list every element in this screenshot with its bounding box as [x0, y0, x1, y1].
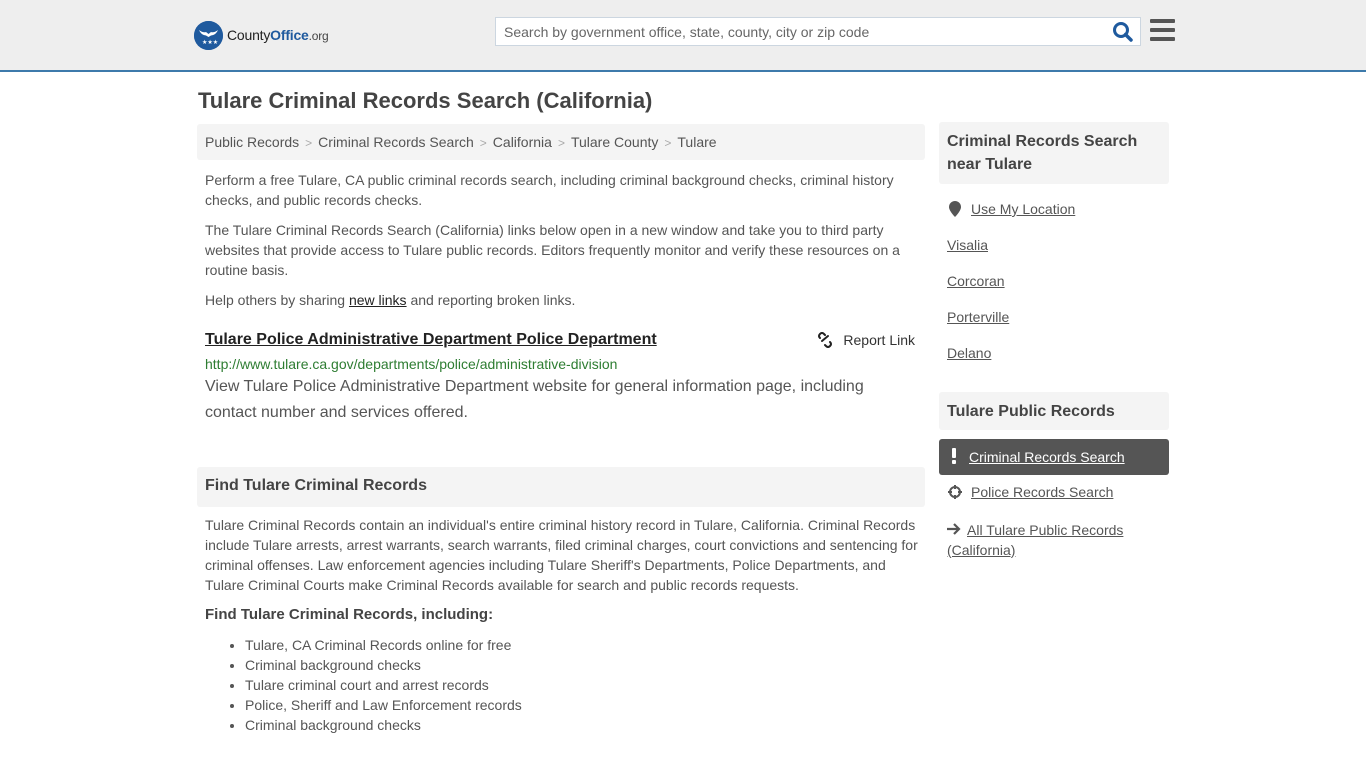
breadcrumb-separator: > — [479, 136, 487, 150]
breadcrumb-tulare[interactable]: Tulare — [677, 134, 716, 150]
nearby-city-link[interactable]: Delano — [947, 345, 991, 361]
map-pin-icon — [947, 201, 963, 217]
breadcrumb-public-records[interactable]: Public Records — [205, 134, 299, 150]
breadcrumb-tulare-county[interactable]: Tulare County — [571, 134, 658, 150]
search-bar — [495, 17, 1141, 46]
svg-text:★★★: ★★★ — [202, 39, 218, 46]
sidebar-item-all-public-records[interactable]: All Tulare Public Records (California) — [947, 520, 1157, 560]
resource-url: http://www.tulare.ca.gov/departments/pol… — [205, 356, 618, 372]
report-link-button[interactable]: Report Link — [817, 332, 915, 348]
find-section-heading: Find Tulare Criminal Records — [197, 467, 925, 507]
resource-title-link[interactable]: Tulare Police Administrative Department … — [205, 331, 657, 349]
breadcrumb: Public Records > Criminal Records Search > C… — [197, 124, 925, 160]
search-button[interactable] — [1112, 21, 1134, 43]
list-item: Criminal background checks — [245, 715, 522, 735]
intro-paragraph-3: Help others by sharing new links and rep… — [205, 292, 576, 308]
list-item: Criminal background checks — [245, 655, 522, 675]
sidebar-item-criminal-records-search[interactable]: Criminal Records Search — [939, 439, 1169, 475]
resource-description: View Tulare Police Administrative Depart… — [205, 378, 864, 421]
list-item: Police, Sheriff and Law Enforcement reco… — [245, 695, 522, 715]
hamburger-menu-icon[interactable] — [1150, 19, 1175, 41]
report-link-label: Report Link — [843, 332, 915, 348]
breadcrumb-california[interactable]: California — [493, 134, 552, 150]
sidebar-public-records-heading: Tulare Public Records — [939, 392, 1169, 430]
nearby-city-link[interactable]: Visalia — [947, 237, 988, 253]
find-section-body: Tulare Criminal Records contain an indiv… — [205, 517, 918, 593]
search-input[interactable] — [496, 18, 1106, 45]
exclamation-icon — [951, 447, 957, 467]
intro-paragraph-1: Perform a free Tulare, CA public crimina… — [205, 172, 894, 208]
breadcrumb-criminal-records-search[interactable]: Criminal Records Search — [318, 134, 474, 150]
intro-paragraph-2: The Tulare Criminal Records Search (Cali… — [205, 222, 900, 278]
broken-link-icon — [818, 332, 833, 348]
find-section-list: Tulare, CA Criminal Records online for f… — [245, 635, 522, 735]
breadcrumb-separator: > — [305, 136, 313, 150]
sidebar-item-police-records-search[interactable]: Police Records Search — [947, 484, 1113, 500]
nearby-city-link[interactable]: Corcoran — [947, 273, 1005, 289]
breadcrumb-separator: > — [557, 136, 565, 150]
list-item: Tulare criminal court and arrest records — [245, 675, 522, 695]
logo-name-part2: Office — [270, 27, 309, 43]
find-section-subheading: Find Tulare Criminal Records, including: — [205, 606, 494, 623]
site-logo[interactable]: ★★★ CountyOffice.org — [194, 20, 329, 50]
crosshair-icon — [947, 485, 963, 499]
intro-text: Perform a free Tulare, CA public crimina… — [205, 170, 917, 320]
resource-listing: Tulare Police Administrative Department … — [205, 330, 917, 426]
logo-suffix: .org — [308, 29, 329, 43]
list-item: Tulare, CA Criminal Records online for f… — [245, 635, 522, 655]
sidebar-item-label[interactable]: Criminal Records Search — [969, 449, 1125, 465]
search-icon — [1113, 22, 1133, 42]
sidebar-nearby-heading: Criminal Records Search near Tulare — [939, 122, 1169, 184]
page-title: Tulare Criminal Records Search (Californ… — [198, 88, 653, 113]
eagle-logo-icon: ★★★ — [194, 20, 223, 50]
new-links-link[interactable]: new links — [349, 292, 407, 308]
logo-name-part1: County — [227, 27, 271, 43]
use-my-location-link[interactable]: Use My Location — [947, 201, 1075, 217]
arrow-right-icon — [947, 520, 963, 540]
site-header: ★★★ CountyOffice.org — [0, 0, 1366, 72]
nearby-city-link[interactable]: Porterville — [947, 309, 1009, 325]
breadcrumb-separator: > — [664, 136, 672, 150]
